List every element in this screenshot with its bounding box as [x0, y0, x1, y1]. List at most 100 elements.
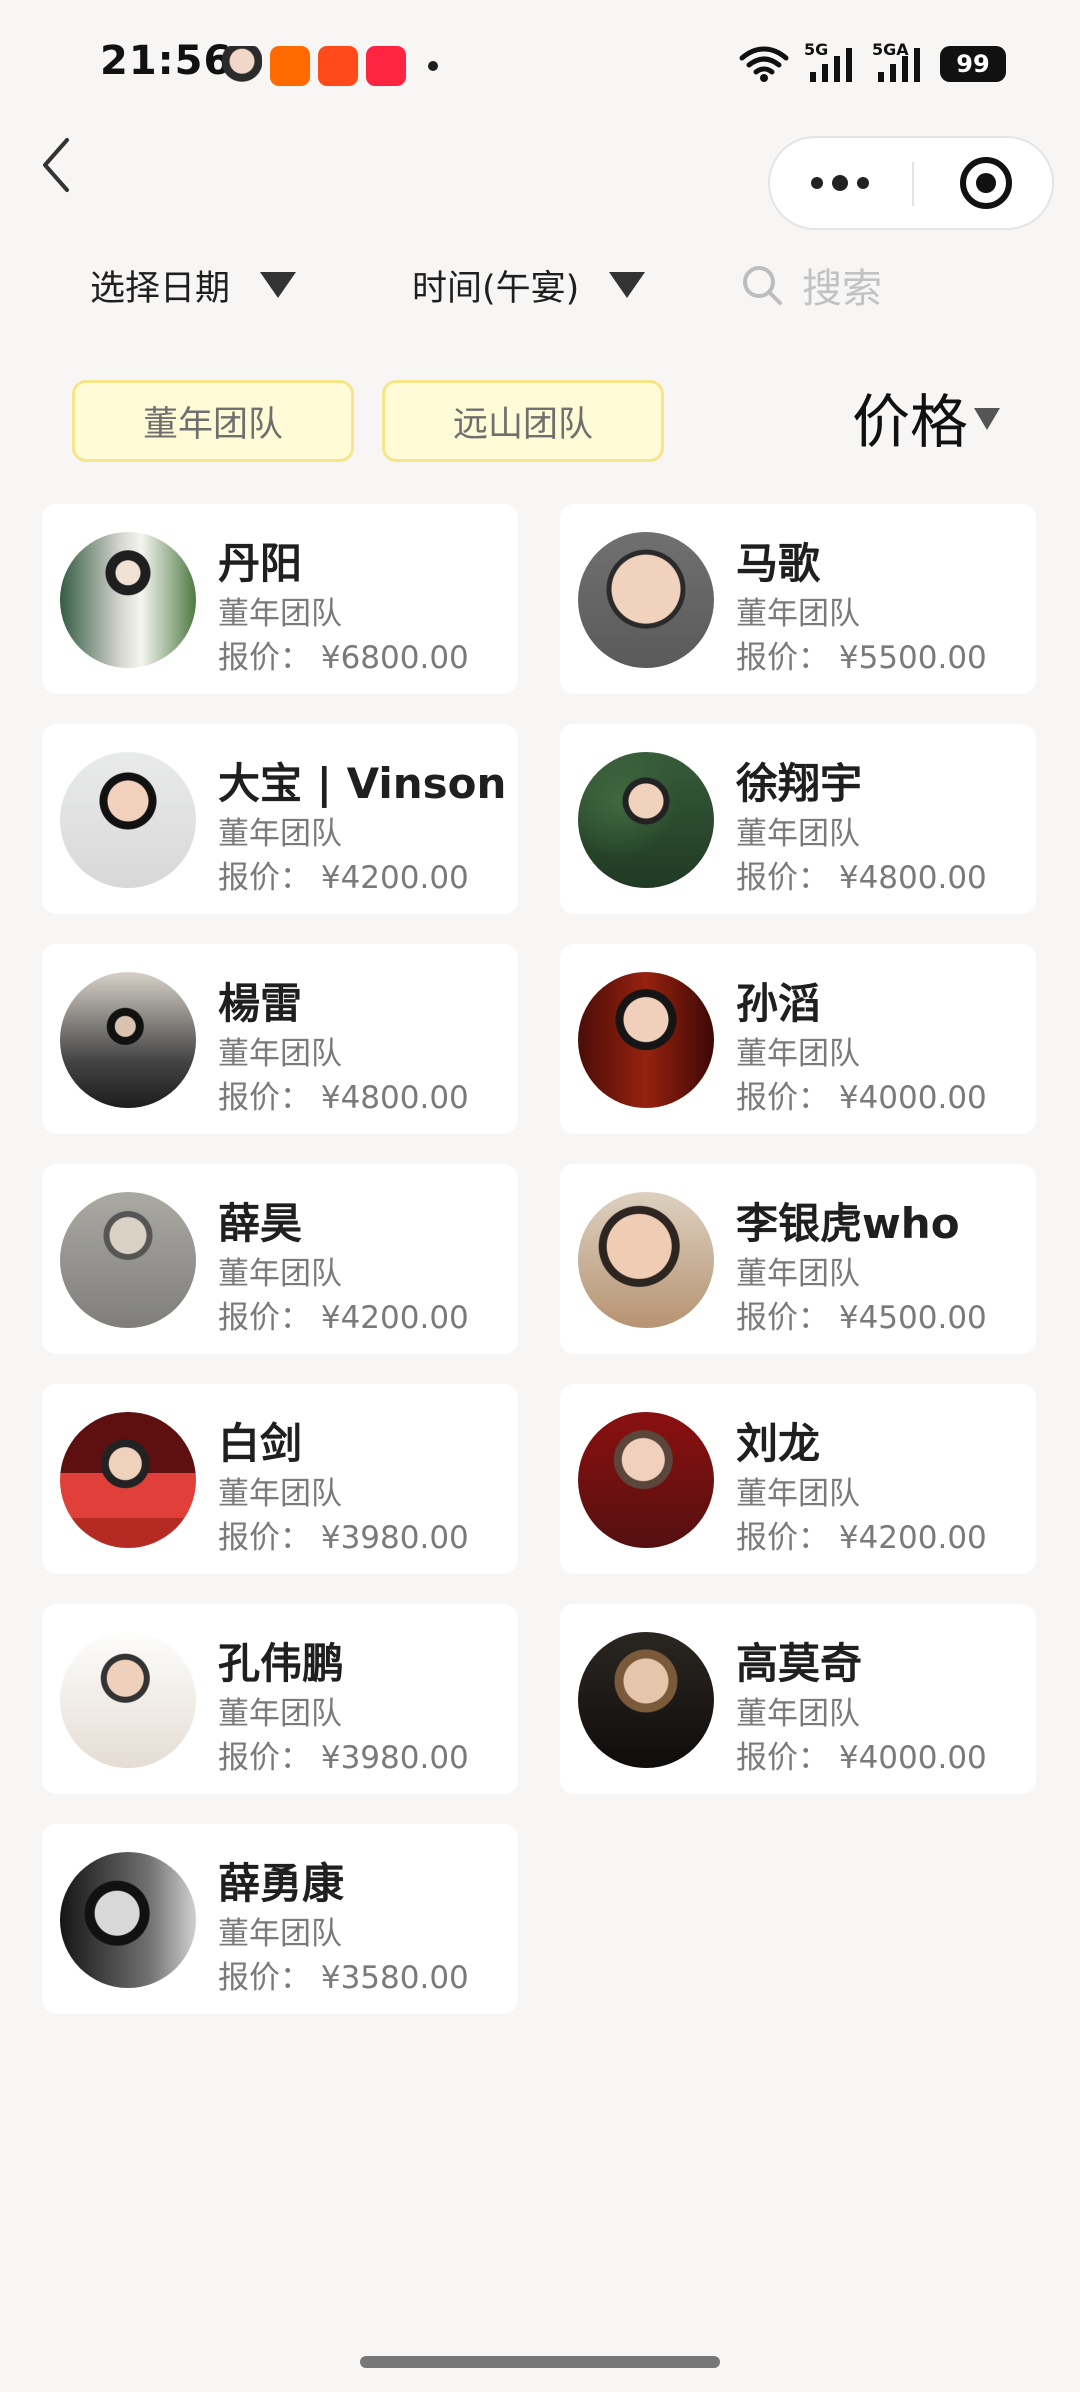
close-mini-program-button[interactable]	[918, 138, 1054, 228]
sort-triangle-icon	[974, 408, 1001, 430]
chevron-left-icon	[43, 138, 69, 192]
portrait-app-icon	[222, 46, 262, 86]
dropdown-triangle-icon	[260, 272, 297, 298]
back-button[interactable]	[30, 130, 82, 200]
avatar	[578, 752, 714, 888]
more-dot-icon	[857, 177, 869, 189]
performer-grid: 丹阳 董年团队 报价： ¥6800.00 马歌 董年团队 报价： ¥5500.0…	[42, 504, 1038, 2014]
performer-name: 刘龙	[736, 1419, 821, 1468]
time-filter[interactable]: 时间(午宴)	[412, 250, 646, 320]
performer-price: 报价： ¥4000.00	[736, 1080, 987, 1116]
performer-card[interactable]: 刘龙 董年团队 报价： ¥4200.00	[560, 1384, 1036, 1574]
performer-name: 李银虎who	[736, 1199, 960, 1248]
performer-name: 孙滔	[736, 979, 821, 1028]
performer-card[interactable]: 楊雷 董年团队 报价： ¥4800.00	[42, 944, 518, 1134]
avatar	[60, 752, 196, 888]
performer-name: 薛勇康	[218, 1859, 345, 1908]
capsule-divider	[912, 162, 914, 206]
status-icons: 5G 5GA 99	[738, 40, 1006, 86]
home-indicator[interactable]	[360, 2356, 720, 2368]
price-sort-label: 价格	[852, 388, 969, 456]
xiaohongshu-app-icon	[366, 46, 406, 86]
avatar	[60, 1632, 196, 1768]
more-button[interactable]	[770, 138, 910, 228]
performer-price: 报价： ¥4800.00	[218, 1080, 469, 1116]
performer-card[interactable]: 马歌 董年团队 报价： ¥5500.00	[560, 504, 1036, 694]
performer-team: 董年团队	[218, 1256, 342, 1292]
performer-price: 报价： ¥4200.00	[218, 860, 469, 896]
status-bar: 21:56 5G 5GA 99	[0, 0, 1080, 130]
target-center	[976, 173, 996, 193]
target-icon	[960, 157, 1012, 209]
signal-5ga-group: 5GA	[872, 40, 926, 86]
avatar	[578, 972, 714, 1108]
performer-card[interactable]: 高莫奇 董年团队 报价： ¥4000.00	[560, 1604, 1036, 1794]
status-time: 21:56	[100, 38, 233, 84]
performer-name: 白剑	[218, 1419, 303, 1468]
taobao-app-icon	[318, 46, 358, 86]
performer-card[interactable]: 白剑 董年团队 报价： ¥3980.00	[42, 1384, 518, 1574]
signal-5g-label: 5G	[804, 40, 829, 59]
search-placeholder: 搜索	[802, 266, 882, 312]
performer-card[interactable]: 薛昊 董年团队 报价： ¥4200.00	[42, 1164, 518, 1354]
tab-dongnian-team[interactable]: 董年团队	[72, 380, 354, 462]
price-sort-button[interactable]: 价格	[852, 372, 1001, 462]
performer-price: 报价： ¥4200.00	[736, 1520, 987, 1556]
performer-card[interactable]: 丹阳 董年团队 报价： ¥6800.00	[42, 504, 518, 694]
performer-price: 报价： ¥4200.00	[218, 1300, 469, 1336]
search-input[interactable]: 搜索	[740, 250, 930, 320]
performer-price: 报价： ¥4500.00	[736, 1300, 987, 1336]
battery-indicator: 99	[940, 46, 1006, 82]
performer-team: 董年团队	[218, 816, 342, 852]
signal-5g-group: 5G	[804, 40, 858, 86]
performer-team: 董年团队	[736, 1696, 860, 1732]
avatar	[60, 1852, 196, 1988]
search-icon	[743, 266, 782, 305]
avatar	[578, 1632, 714, 1768]
more-dot-icon	[811, 177, 823, 189]
performer-name: 薛昊	[218, 1199, 303, 1248]
performer-team: 董年团队	[218, 1476, 342, 1512]
avatar	[60, 532, 196, 668]
mini-program-capsule	[768, 136, 1054, 230]
avatar	[578, 532, 714, 668]
date-filter-label: 选择日期	[90, 268, 231, 309]
performer-team: 董年团队	[736, 1476, 860, 1512]
performer-price: 报价： ¥4800.00	[736, 860, 987, 896]
signal-5ga-label: 5GA	[872, 40, 909, 59]
performer-team: 董年团队	[218, 1036, 342, 1072]
avatar	[60, 1192, 196, 1328]
performer-team: 董年团队	[736, 1036, 860, 1072]
avatar	[578, 1192, 714, 1328]
performer-name: 丹阳	[218, 539, 303, 588]
performer-card[interactable]: 李银虎who 董年团队 报价： ¥4500.00	[560, 1164, 1036, 1354]
notification-dot-icon	[428, 61, 438, 71]
performer-card[interactable]: 孔伟鹏 董年团队 报价： ¥3980.00	[42, 1604, 518, 1794]
performer-price: 报价： ¥4000.00	[736, 1740, 987, 1776]
performer-card[interactable]: 孙滔 董年团队 报价： ¥4000.00	[560, 944, 1036, 1134]
performer-price: 报价： ¥3980.00	[218, 1520, 469, 1556]
performer-team: 董年团队	[736, 596, 860, 632]
performer-price: 报价： ¥3580.00	[218, 1960, 469, 1996]
performer-name: 楊雷	[218, 979, 303, 1028]
performer-team: 董年团队	[218, 1696, 342, 1732]
date-filter[interactable]: 选择日期	[90, 250, 297, 320]
performer-name: 马歌	[736, 539, 821, 588]
performer-team: 董年团队	[218, 596, 342, 632]
performer-card[interactable]: 薛勇康 董年团队 报价： ¥3580.00	[42, 1824, 518, 2014]
wifi-icon	[739, 46, 789, 82]
performer-card[interactable]: 大宝 | Vinson 董年团队 报价： ¥4200.00	[42, 724, 518, 914]
performer-price: 报价： ¥3980.00	[218, 1740, 469, 1776]
performer-price: 报价： ¥5500.00	[736, 640, 987, 676]
avatar	[60, 972, 196, 1108]
dropdown-triangle-icon	[609, 272, 646, 298]
avatar	[578, 1412, 714, 1548]
avatar	[60, 1412, 196, 1548]
tab-yuanshan-team[interactable]: 远山团队	[382, 380, 664, 462]
more-dot-icon	[832, 175, 848, 191]
performer-team: 董年团队	[736, 816, 860, 852]
performer-team: 董年团队	[736, 1256, 860, 1292]
performer-team: 董年团队	[218, 1916, 342, 1952]
performer-card[interactable]: 徐翔宇 董年团队 报价： ¥4800.00	[560, 724, 1036, 914]
performer-name: 高莫奇	[736, 1639, 863, 1688]
